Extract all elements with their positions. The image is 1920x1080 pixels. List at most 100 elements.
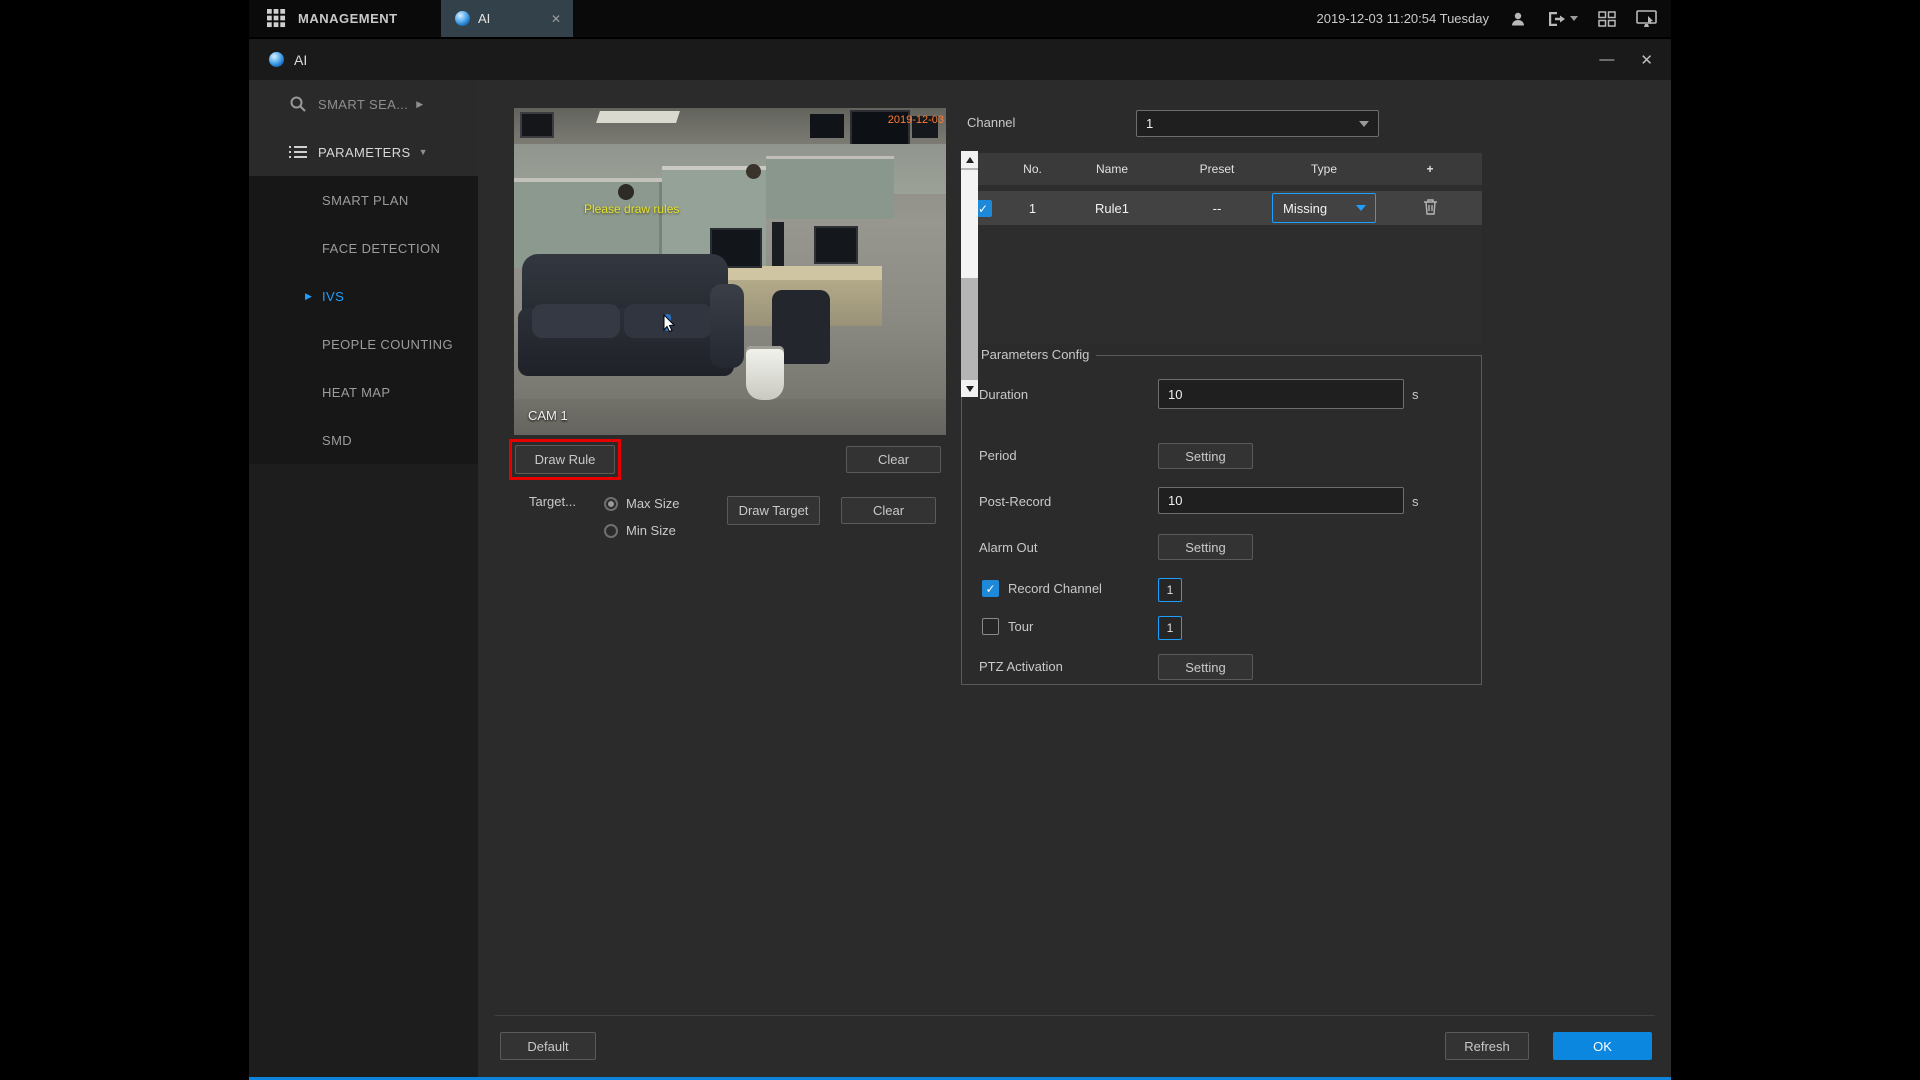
refresh-button[interactable]: Refresh xyxy=(1445,1032,1529,1060)
multiscreen-icon[interactable] xyxy=(1598,10,1616,27)
window-ai-icon xyxy=(269,52,284,67)
sidebar-item-label: SMART SEA... xyxy=(318,96,409,112)
tour-value-button[interactable]: 1 xyxy=(1158,616,1182,640)
rule-type-select[interactable]: Missing xyxy=(1272,193,1376,223)
rule-name: Rule1 xyxy=(1095,200,1129,216)
rule-type-value: Missing xyxy=(1283,200,1328,216)
parameters-config-group: Parameters Config Duration s Period Sett… xyxy=(961,347,1482,685)
sidebar-item-ivs[interactable]: ▶ IVS xyxy=(249,272,478,320)
period-setting-button[interactable]: Setting xyxy=(1158,443,1253,469)
rules-table: No. Name Preset Type + 1 Rule1 -- xyxy=(961,153,1482,343)
display-output-icon[interactable] xyxy=(1636,9,1657,28)
table-row[interactable]: 1 Rule1 -- Missing xyxy=(961,191,1482,225)
topbar-right-cluster: 2019-12-03 11:20:54 Tuesday xyxy=(1316,0,1657,37)
arrow-down-icon xyxy=(965,385,974,392)
sidebar-item-label: HEAT MAP xyxy=(322,384,391,400)
parameters-submenu: SMART PLAN FACE DETECTION ▶ IVS PEOPLE C… xyxy=(249,176,478,464)
tab-close-icon[interactable]: ✕ xyxy=(551,12,561,26)
sidebar-item-label: SMART PLAN xyxy=(322,192,409,208)
record-channel-label: Record Channel xyxy=(1008,581,1102,596)
rule-preset: -- xyxy=(1212,200,1222,216)
scroll-down-button[interactable] xyxy=(961,380,978,397)
header-name: Name xyxy=(1095,162,1128,176)
sidebar-item-label: FACE DETECTION xyxy=(322,240,441,256)
management-grid-icon[interactable] xyxy=(267,9,286,28)
period-label: Period xyxy=(979,448,1017,463)
sidebar-item-face-detection[interactable]: FACE DETECTION xyxy=(249,224,478,272)
sidebar-item-people-counting[interactable]: PEOPLE COUNTING xyxy=(249,320,478,368)
camera-preview[interactable]: Please draw rules CAM 1 2019-12-03 xyxy=(514,108,946,435)
ai-sphere-icon xyxy=(455,11,470,26)
person-head-shape xyxy=(618,184,634,200)
logout-icon[interactable] xyxy=(1547,11,1578,27)
scrollbar-thumb[interactable] xyxy=(961,170,978,278)
tour-checkbox[interactable] xyxy=(982,618,999,635)
params-scrollbar[interactable] xyxy=(961,151,978,397)
app-region: MANAGEMENT AI ✕ 2019-12-03 11:20:54 Tues… xyxy=(249,0,1671,1080)
tab-ai-label: AI xyxy=(478,11,491,26)
rule-no: 1 xyxy=(1028,200,1037,216)
target-label: Target... xyxy=(529,494,576,509)
clear-rule-button[interactable]: Clear xyxy=(846,446,941,473)
window-titlebar[interactable]: AI — ✕ xyxy=(249,39,1671,80)
sidebar-item-smart-plan[interactable]: SMART PLAN xyxy=(249,176,478,224)
close-button[interactable]: ✕ xyxy=(1640,51,1653,69)
chevron-right-icon: ▶ xyxy=(416,98,424,109)
min-size-radio[interactable] xyxy=(604,524,618,538)
chevron-down-icon xyxy=(1356,205,1366,211)
scroll-up-button[interactable] xyxy=(961,151,978,168)
floor-shape xyxy=(514,399,946,435)
alarm-out-setting-button[interactable]: Setting xyxy=(1158,534,1253,560)
screen: MANAGEMENT AI ✕ 2019-12-03 11:20:54 Tues… xyxy=(0,0,1920,1080)
wall-tv-shape xyxy=(520,112,554,138)
selected-arrow-icon: ▶ xyxy=(305,290,313,301)
header-type: Type xyxy=(1310,162,1337,176)
post-record-input[interactable] xyxy=(1158,487,1404,514)
chevron-down-icon: ▼ xyxy=(418,147,428,157)
ai-window: AI — ✕ SMART SEA... ▶ PARAMETERS ▼ SMART… xyxy=(249,39,1671,1080)
ptz-setting-button[interactable]: Setting xyxy=(1158,654,1253,680)
add-rule-button[interactable]: + xyxy=(1378,162,1482,176)
desk-top-shape xyxy=(702,266,882,280)
sidebar-item-label: SMD xyxy=(322,432,353,448)
management-home[interactable]: MANAGEMENT xyxy=(249,9,398,28)
tab-ai[interactable]: AI ✕ xyxy=(441,0,573,37)
delete-rule-cell xyxy=(1378,198,1482,218)
record-channel-checkbox[interactable] xyxy=(982,580,999,597)
default-button[interactable]: Default xyxy=(500,1032,596,1060)
camera-name-overlay: CAM 1 xyxy=(528,408,568,423)
window-body: SMART SEA... ▶ PARAMETERS ▼ SMART PLAN F… xyxy=(249,80,1671,1077)
sidebar-item-label: IVS xyxy=(322,288,345,304)
couch-cushion-shape xyxy=(532,304,620,338)
partition-shape xyxy=(766,156,894,219)
sidebar-item-label: PARAMETERS xyxy=(318,144,411,160)
post-record-label: Post-Record xyxy=(979,494,1052,509)
sidebar-item-parameters[interactable]: PARAMETERS ▼ xyxy=(249,128,478,176)
ok-button[interactable]: OK xyxy=(1553,1032,1652,1060)
desk-monitor-shape xyxy=(772,222,784,266)
sidebar: SMART SEA... ▶ PARAMETERS ▼ SMART PLAN F… xyxy=(249,80,478,1077)
sidebar-item-label: PEOPLE COUNTING xyxy=(322,336,453,352)
channel-select[interactable]: 1 xyxy=(1136,110,1379,137)
user-icon[interactable] xyxy=(1509,10,1527,28)
trash-icon[interactable] xyxy=(1423,198,1438,215)
video-timestamp-overlay: 2019-12-03 xyxy=(887,114,944,126)
draw-rule-button[interactable]: Draw Rule xyxy=(515,445,615,474)
minimize-button[interactable]: — xyxy=(1599,51,1614,68)
record-channel-value-button[interactable]: 1 xyxy=(1158,578,1182,602)
draw-target-button[interactable]: Draw Target xyxy=(727,496,820,525)
duration-input[interactable] xyxy=(1158,379,1404,409)
duration-unit: s xyxy=(1412,387,1419,402)
max-size-radio[interactable] xyxy=(604,497,618,511)
parameters-config-title: Parameters Config xyxy=(974,347,1097,362)
sidebar-item-smd[interactable]: SMD xyxy=(249,416,478,464)
mouse-cursor-icon xyxy=(663,314,676,333)
alarm-out-label: Alarm Out xyxy=(979,540,1038,555)
clear-target-button[interactable]: Clear xyxy=(841,497,936,524)
wall-monitor-shape xyxy=(810,114,844,138)
sidebar-item-smart-search[interactable]: SMART SEA... ▶ xyxy=(249,80,478,128)
draw-rules-hint: Please draw rules xyxy=(584,202,680,216)
sidebar-item-heat-map[interactable]: HEAT MAP xyxy=(249,368,478,416)
channel-label: Channel xyxy=(967,115,1016,130)
person-head-shape xyxy=(746,164,761,179)
